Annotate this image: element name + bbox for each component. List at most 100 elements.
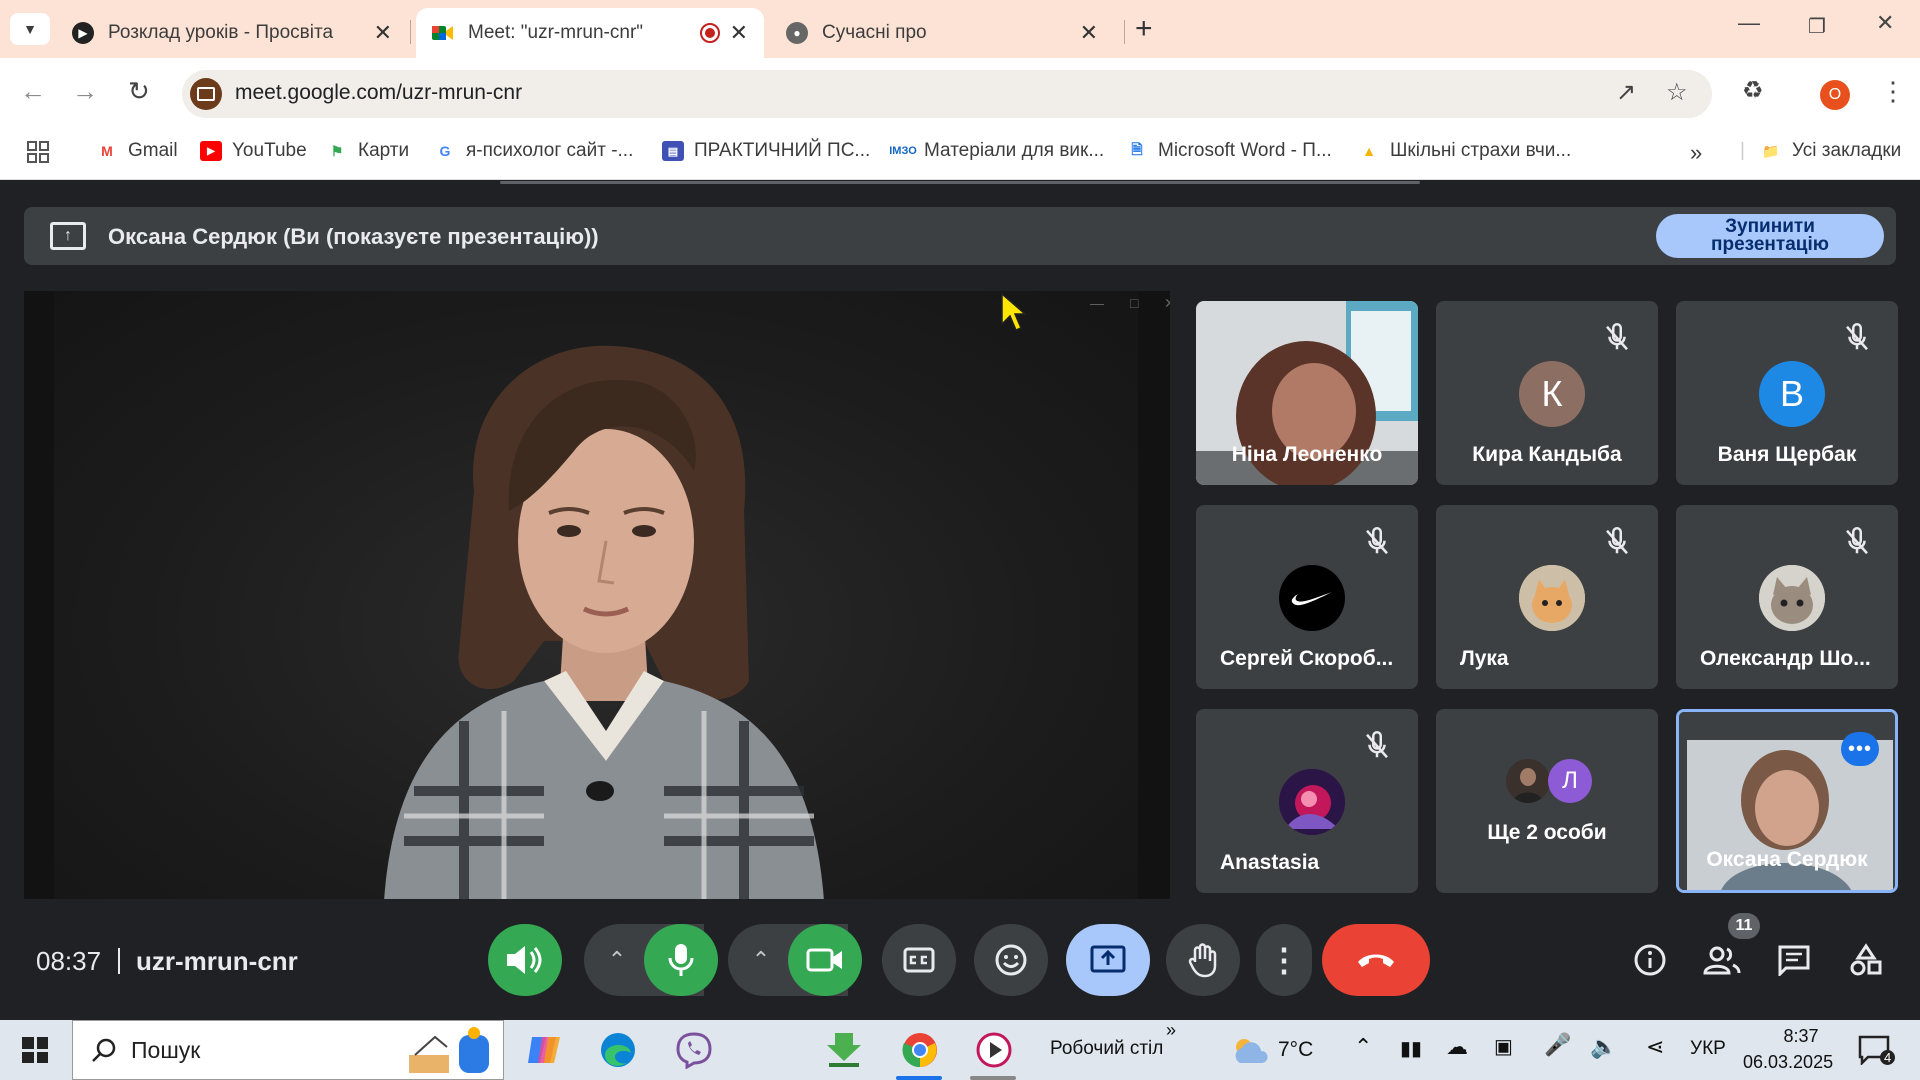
- emoji-icon: [995, 944, 1027, 976]
- open-in-app-icon[interactable]: ↗: [1616, 78, 1636, 107]
- system-clock-time[interactable]: 8:37: [1766, 1026, 1836, 1047]
- participant-tile[interactable]: Сергей Скороб...: [1196, 505, 1418, 689]
- back-button[interactable]: ←: [20, 76, 46, 107]
- captions-button[interactable]: [882, 924, 956, 996]
- present-button[interactable]: [1066, 924, 1150, 996]
- participant-tile[interactable]: В Ваня Щербак: [1676, 301, 1898, 485]
- close-window-icon[interactable]: ✕: [1876, 10, 1894, 36]
- screen-capture-icon[interactable]: ▣: [1494, 1034, 1513, 1059]
- tab-title: Сучасні про: [822, 22, 927, 43]
- minimize-window-icon[interactable]: —: [1738, 10, 1760, 36]
- url-text[interactable]: meet.google.com/uzr-mrun-cnr: [235, 81, 522, 105]
- stop-presenting-button[interactable]: Зупинити презентацію: [1656, 214, 1884, 258]
- tab-schedule[interactable]: ▶ Розклад уроків - Просвіта ✕: [56, 8, 408, 58]
- apps-icon[interactable]: [26, 140, 50, 164]
- participant-name: Лука: [1460, 647, 1509, 670]
- microphone-tray-icon[interactable]: 🎤: [1544, 1032, 1571, 1058]
- copilot-icon[interactable]: [524, 1030, 564, 1070]
- participant-name: Ще 2 особи: [1487, 821, 1607, 844]
- participant-tile[interactable]: К Кира Кандыба: [1436, 301, 1658, 485]
- edge-icon[interactable]: [598, 1030, 638, 1070]
- tab-search-button[interactable]: ▼: [10, 13, 50, 45]
- participant-tile[interactable]: Олександр Шо...: [1676, 505, 1898, 689]
- extensions-icon[interactable]: ♻: [1742, 76, 1764, 105]
- download-manager-icon[interactable]: [824, 1030, 864, 1070]
- microphone-button[interactable]: [644, 924, 718, 996]
- temperature-text[interactable]: 7°C: [1278, 1038, 1313, 1062]
- meeting-code: uzr-mrun-cnr: [136, 946, 298, 976]
- media-player-icon[interactable]: [974, 1030, 1014, 1070]
- search-highlight-illustration-icon: [409, 1027, 489, 1073]
- tab-title: Meet: "uzr-mrun-cnr": [468, 22, 644, 43]
- shared-screen: — □ ✕: [24, 291, 1170, 899]
- kitten-avatar: [1519, 565, 1585, 631]
- chrome-icon[interactable]: [900, 1030, 940, 1070]
- self-tile[interactable]: ••• Оксана Сердюк: [1676, 709, 1898, 893]
- bookmark-psychologist[interactable]: Gя-психолог сайт -...: [434, 140, 634, 162]
- audio-button[interactable]: [488, 924, 562, 996]
- bookmark-practical[interactable]: ▤ ПРАКТИЧНИЙ ПС...: [662, 140, 870, 162]
- address-bar[interactable]: meet.google.com/uzr-mrun-cnr ↗ ☆: [182, 70, 1712, 118]
- close-tab-icon[interactable]: ✕: [1080, 20, 1098, 46]
- file-icon: 🗎: [1131, 141, 1143, 157]
- weather-cloud-icon[interactable]: [1230, 1030, 1270, 1070]
- tab-strip: ▼ ▶ Розклад уроків - Просвіта ✕ Meet: "u…: [0, 0, 1920, 58]
- people-button[interactable]: [1700, 938, 1744, 982]
- new-tab-button[interactable]: +: [1135, 12, 1153, 46]
- close-tab-icon[interactable]: ✕: [374, 20, 392, 46]
- volume-icon[interactable]: 🔈: [1590, 1034, 1617, 1060]
- meet-favicon-icon: [432, 22, 454, 44]
- camera-button[interactable]: [788, 924, 862, 996]
- more-options-icon[interactable]: •••: [1841, 732, 1879, 766]
- taskbar-search[interactable]: Пошук: [72, 1020, 504, 1080]
- leave-call-button[interactable]: [1322, 924, 1430, 996]
- presenting-text: Оксана Сердюк (Ви (показуєте презентацію…: [108, 224, 599, 249]
- desktop-toolbar-label[interactable]: Робочий стіл: [1050, 1038, 1163, 1060]
- chat-button[interactable]: [1772, 938, 1816, 982]
- more-options-button[interactable]: ⋮: [1256, 924, 1312, 996]
- bookmark-materials[interactable]: ІМЗО Матеріали для вик...: [889, 140, 1104, 162]
- viber-icon[interactable]: [674, 1030, 714, 1070]
- maximize-icon: □: [1130, 295, 1139, 311]
- system-clock-date[interactable]: 06.03.2025: [1743, 1052, 1833, 1073]
- tab-modern[interactable]: ● Сучасні про ✕: [770, 8, 1114, 58]
- participant-tile[interactable]: Лука: [1436, 505, 1658, 689]
- restore-window-icon[interactable]: ❐: [1808, 14, 1826, 39]
- tab-title: Розклад уроків - Просвіта: [108, 22, 334, 43]
- close-tab-icon[interactable]: ✕: [730, 20, 748, 46]
- vertical-dots-icon: ⋮: [1268, 942, 1300, 978]
- anime-avatar: [1279, 769, 1345, 835]
- forward-button[interactable]: →: [72, 76, 98, 107]
- meeting-details-button[interactable]: [1628, 938, 1672, 982]
- others-tile[interactable]: Л Ще 2 особи: [1436, 709, 1658, 893]
- toolbar-expand-icon[interactable]: »: [1166, 1020, 1176, 1041]
- participant-tile[interactable]: Anastasia: [1196, 709, 1418, 893]
- avatar: Л: [1548, 759, 1592, 803]
- all-bookmarks[interactable]: 📁 Усі закладки: [1760, 140, 1901, 162]
- search-placeholder: Пошук: [131, 1037, 201, 1063]
- reload-button[interactable]: ↻: [128, 76, 150, 107]
- language-indicator[interactable]: УКР: [1690, 1038, 1726, 1060]
- battery-icon[interactable]: ▮▮: [1400, 1036, 1422, 1061]
- onedrive-cloud-icon[interactable]: ☁: [1446, 1034, 1468, 1060]
- bookmark-star-icon[interactable]: ☆: [1666, 78, 1688, 107]
- participant-tile[interactable]: Ніна Леоненко: [1196, 301, 1418, 485]
- network-icon[interactable]: ⋖: [1646, 1034, 1664, 1060]
- bookmark-maps[interactable]: ⚑ Карти: [326, 140, 409, 162]
- bookmark-gmail[interactable]: M Gmail: [96, 140, 177, 162]
- bookmark-youtube[interactable]: ▶ YouTube: [200, 140, 307, 162]
- more-bookmarks-icon[interactable]: »: [1690, 140, 1702, 166]
- reactions-button[interactable]: [974, 924, 1048, 996]
- raise-hand-button[interactable]: [1166, 924, 1240, 996]
- browser-toolbar: ← → ↻ meet.google.com/uzr-mrun-cnr ↗ ☆ ♻…: [0, 58, 1920, 130]
- show-hidden-icons-icon[interactable]: ⌃: [1354, 1034, 1372, 1060]
- chrome-menu-icon[interactable]: ⋮: [1880, 76, 1906, 107]
- bookmark-fears[interactable]: ▲ Шкільні страхи вчи...: [1358, 140, 1571, 162]
- bookmark-word[interactable]: 🗎 Microsoft Word - П...: [1126, 140, 1331, 162]
- site-info-icon[interactable]: [190, 78, 222, 110]
- activities-button[interactable]: [1844, 938, 1888, 982]
- profile-avatar[interactable]: O: [1820, 80, 1850, 110]
- search-icon: [92, 1038, 116, 1062]
- tab-meet[interactable]: Meet: "uzr-mrun-cnr" ✕: [416, 8, 764, 58]
- windows-start-button[interactable]: [22, 1037, 48, 1063]
